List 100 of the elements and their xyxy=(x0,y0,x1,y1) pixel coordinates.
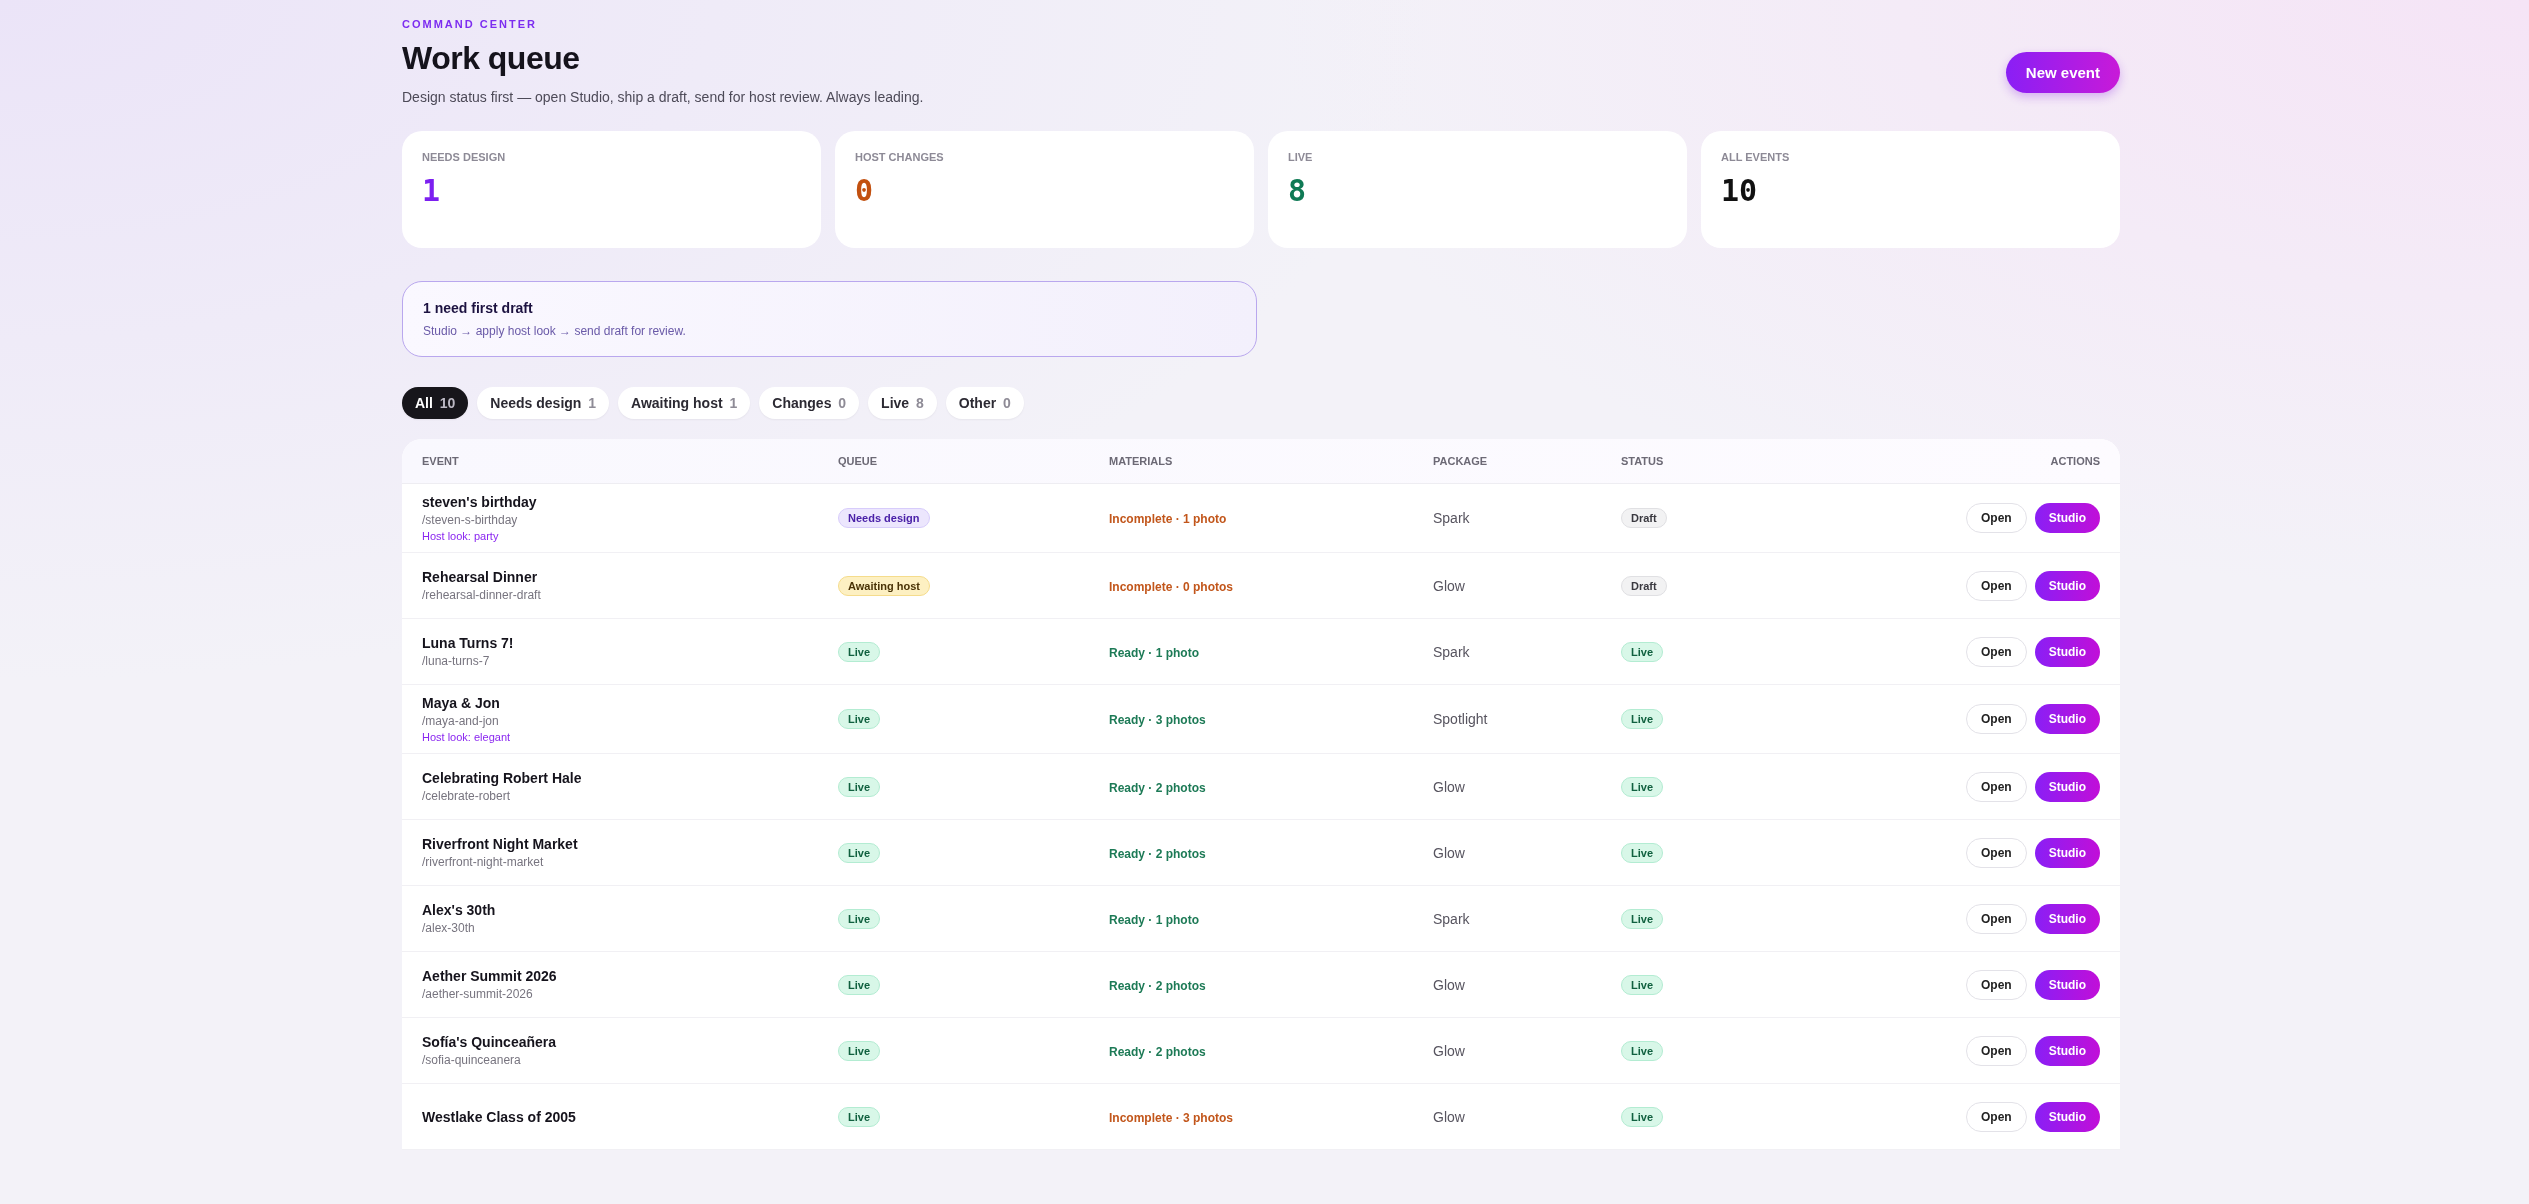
host-look: Host look: elegant xyxy=(422,731,512,743)
package-name: Glow xyxy=(1433,976,1465,993)
materials-status: Ready · 2 photos xyxy=(1109,780,1206,795)
open-button[interactable]: Open xyxy=(1966,771,2027,802)
status-tag: Live xyxy=(1621,842,1663,863)
column-header: EVENT xyxy=(422,455,460,467)
event-name: steven's birthday xyxy=(422,494,538,510)
stat-value: 0 xyxy=(855,173,875,208)
stat-label: LIVE xyxy=(1288,151,1314,163)
package-name: Glow xyxy=(1433,1108,1465,1125)
queue-tag: Live xyxy=(838,776,880,797)
open-button[interactable]: Open xyxy=(1966,969,2027,1000)
open-button[interactable]: Open xyxy=(1966,570,2027,601)
materials-status: Ready · 1 photo xyxy=(1109,645,1199,660)
studio-button[interactable]: Studio xyxy=(2034,903,2100,934)
package-name: Glow xyxy=(1433,778,1465,795)
open-button[interactable]: Open xyxy=(1966,503,2027,533)
page-eyebrow: COMMAND CENTER xyxy=(402,18,538,30)
filter-tab[interactable]: Awaiting host 1 xyxy=(618,387,751,419)
column-header: MATERIALS xyxy=(1109,455,1174,467)
studio-button[interactable]: Studio xyxy=(2034,636,2100,667)
page-subtitle: Design status first — open Studio, ship a draft, send for host review. Always leading. xyxy=(402,89,924,105)
filter-tab[interactable]: Changes 0 xyxy=(759,387,860,419)
open-button[interactable]: Open xyxy=(1966,837,2027,868)
queue-tag: Needs design xyxy=(838,508,930,528)
event-name: Westlake Class of 2005 xyxy=(422,1108,577,1125)
event-slug: /maya-and-jon xyxy=(422,714,500,728)
new-event-button[interactable]: New event xyxy=(2005,52,2120,93)
host-look: Host look: party xyxy=(422,530,500,542)
materials-status: Incomplete · 0 photos xyxy=(1109,579,1233,594)
status-tag: Live xyxy=(1621,709,1663,729)
queue-tag: Live xyxy=(838,908,880,929)
materials-status: Ready · 2 photos xyxy=(1109,978,1206,993)
status-tag: Live xyxy=(1621,641,1663,662)
column-header: QUEUE xyxy=(838,455,879,467)
open-button[interactable]: Open xyxy=(1966,636,2027,667)
event-name: Luna Turns 7! xyxy=(422,635,515,651)
stat-value: 8 xyxy=(1288,173,1308,208)
studio-button[interactable]: Studio xyxy=(2034,704,2100,734)
status-tag: Draft xyxy=(1621,508,1667,528)
status-tag: Live xyxy=(1621,1106,1663,1127)
package-name: Spark xyxy=(1433,910,1470,927)
status-tag: Live xyxy=(1621,908,1663,929)
column-header: STATUS xyxy=(1621,455,1665,467)
event-name: Aether Summit 2026 xyxy=(422,968,558,984)
queue-tag: Live xyxy=(838,1040,880,1061)
banner-title: 1 need first draft xyxy=(423,300,534,316)
status-tag: Live xyxy=(1621,974,1663,995)
materials-status: Incomplete · 3 photos xyxy=(1109,1110,1233,1125)
studio-button[interactable]: Studio xyxy=(2034,837,2100,868)
queue-tag: Live xyxy=(838,641,880,662)
column-header: PACKAGE xyxy=(1433,455,1489,467)
status-tag: Draft xyxy=(1621,575,1667,596)
materials-status: Incomplete · 1 photo xyxy=(1109,512,1227,526)
queue-tag: Awaiting host xyxy=(838,575,930,596)
status-tag: Live xyxy=(1621,776,1663,797)
event-slug: /luna-turns-7 xyxy=(422,654,491,668)
package-name: Glow xyxy=(1433,577,1465,594)
event-slug: /alex-30th xyxy=(422,921,476,935)
event-name: Maya & Jon xyxy=(422,695,501,711)
event-name: Sofía's Quinceañera xyxy=(422,1034,558,1050)
event-slug: /riverfront-night-market xyxy=(422,855,545,869)
open-button[interactable]: Open xyxy=(1966,903,2027,934)
studio-button[interactable]: Studio xyxy=(2034,570,2100,601)
event-slug: /rehearsal-dinner-draft xyxy=(422,588,542,602)
stat-label: HOST CHANGES xyxy=(855,151,945,163)
studio-button[interactable]: Studio xyxy=(2034,969,2100,1000)
package-name: Spark xyxy=(1433,510,1470,526)
studio-button[interactable]: Studio xyxy=(2034,771,2100,802)
materials-status: Ready · 1 photo xyxy=(1109,912,1199,927)
package-name: Spark xyxy=(1433,643,1470,660)
event-name: Riverfront Night Market xyxy=(422,836,579,852)
open-button[interactable]: Open xyxy=(1966,1035,2027,1066)
event-name: Celebrating Robert Hale xyxy=(422,770,583,786)
studio-button[interactable]: Studio xyxy=(2034,1035,2100,1066)
stat-value: 10 xyxy=(1721,173,1759,208)
page-title: Work queue xyxy=(402,40,581,77)
filter-tab[interactable]: Other 0 xyxy=(945,387,1024,419)
stat-value: 1 xyxy=(422,173,442,208)
filter-tab[interactable]: Live 8 xyxy=(868,387,937,419)
package-name: Spotlight xyxy=(1433,711,1488,727)
studio-button[interactable]: Studio xyxy=(2034,1101,2100,1132)
filter-tab[interactable]: Needs design 1 xyxy=(477,387,610,419)
event-slug: /celebrate-robert xyxy=(422,789,512,803)
queue-tag: Live xyxy=(838,974,880,995)
materials-status: Ready · 2 photos xyxy=(1109,846,1206,861)
materials-status: Ready · 3 photos xyxy=(1109,713,1206,727)
column-header: ACTIONS xyxy=(2049,455,2100,467)
studio-button[interactable]: Studio xyxy=(2034,503,2100,533)
event-slug: /aether-summit-2026 xyxy=(422,987,534,1001)
status-tag: Live xyxy=(1621,1040,1663,1061)
open-button[interactable]: Open xyxy=(1966,1101,2027,1132)
filter-tab[interactable]: All 10 xyxy=(402,387,469,419)
event-slug: /sofia-quinceanera xyxy=(422,1053,522,1067)
open-button[interactable]: Open xyxy=(1966,704,2027,734)
package-name: Glow xyxy=(1433,1042,1465,1059)
event-slug: /steven-s-birthday xyxy=(422,513,519,527)
event-name: Rehearsal Dinner xyxy=(422,569,539,585)
event-name: Alex's 30th xyxy=(422,902,497,918)
stat-label: NEEDS DESIGN xyxy=(422,151,507,163)
